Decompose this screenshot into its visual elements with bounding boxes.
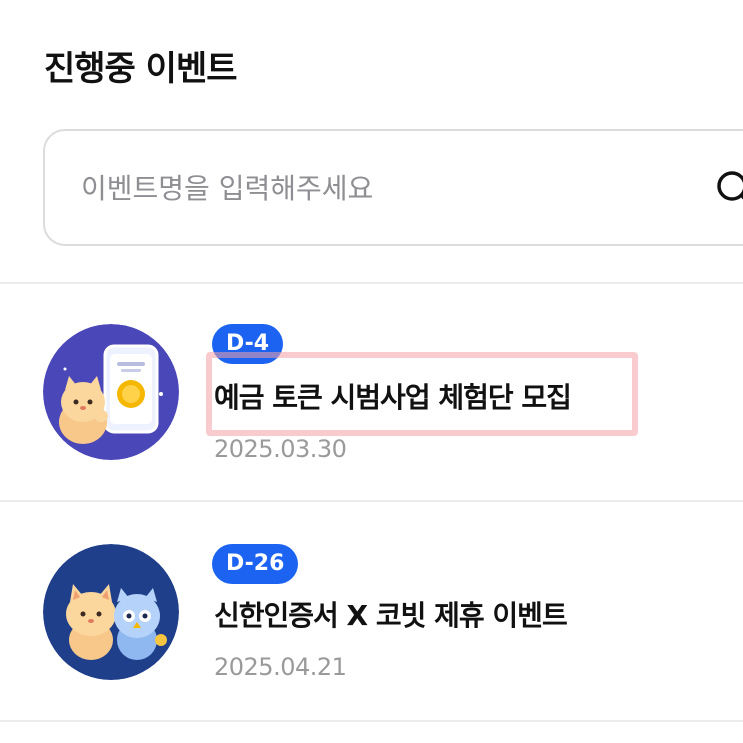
page-title: 진행중 이벤트 (44, 49, 238, 89)
search-icon[interactable] (715, 169, 743, 209)
event-item[interactable]: D-4 예금 토큰 시범사업 체험단 모집 2025.03.30 (0, 284, 743, 502)
event-date: 2025.04.21 (214, 653, 347, 681)
event-thumbnail[interactable] (43, 544, 179, 680)
event-date: 2025.03.30 (214, 435, 347, 463)
search-bar[interactable] (43, 129, 743, 246)
divider (0, 720, 743, 722)
event-item[interactable]: D-26 신한인증서 X 코빗 제휴 이벤트 2025.04.21 (0, 502, 743, 720)
d-day-badge: D-26 (212, 544, 299, 584)
d-day-badge: D-4 (212, 324, 284, 364)
event-title[interactable]: 예금 토큰 시범사업 체험단 모집 (214, 378, 572, 418)
event-page: 진행중 이벤트 이벤트명을 입력해주세요 D-4 예금 토큰 시범사업 체험단 … (0, 0, 743, 743)
cat-with-phone-illustration (43, 324, 179, 460)
event-title[interactable]: 신한인증서 X 코빗 제휴 이벤트 (214, 596, 568, 636)
cat-and-owl-illustration (43, 544, 179, 680)
event-thumbnail[interactable] (43, 324, 179, 460)
search-input[interactable] (81, 163, 641, 213)
